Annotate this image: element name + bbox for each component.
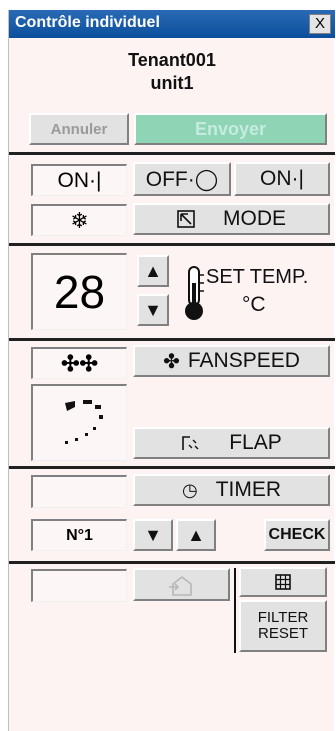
ventilation-display [31, 569, 127, 602]
fanspeed-button[interactable]: ✤ FANSPEED [133, 345, 330, 377]
separator [9, 561, 335, 564]
title-bar: Contrôle individuel X [9, 10, 335, 38]
fanspeed-display: ✣✣ [31, 347, 127, 379]
ventilation-icon [168, 575, 192, 596]
separator [9, 152, 335, 155]
separator [9, 243, 335, 246]
snowflake-icon: ❄ [70, 207, 89, 233]
filter-reset-label-line1: FILTER [257, 609, 309, 626]
set-temp-label: SET TEMP. [206, 266, 309, 288]
down-arrow-icon: ▼ [144, 524, 162, 545]
flap-button[interactable]: FLAP [133, 427, 330, 459]
divider [234, 568, 236, 653]
mode-button[interactable]: MODE [133, 203, 330, 235]
ventilation-button[interactable] [133, 568, 230, 601]
fan-level-icon: ✣✣ [61, 350, 98, 376]
unit-name: unit1 [150, 73, 194, 93]
flap-position-icon [64, 400, 103, 444]
window-title: Contrôle individuel [15, 14, 160, 31]
flap-display [31, 384, 127, 461]
temp-up-button[interactable]: ▲ [137, 255, 169, 287]
mode-icon [177, 210, 195, 228]
send-button[interactable]: Envoyer [134, 113, 327, 145]
timer-display [31, 475, 127, 508]
timer-label: TIMER [215, 478, 282, 501]
power-status-display: ON·| [31, 164, 127, 196]
temperature-display: 28 [31, 253, 127, 330]
timer-down-button[interactable]: ▼ [133, 519, 173, 551]
flap-icon [182, 436, 199, 450]
off-button[interactable]: OFF·◯ [133, 162, 231, 196]
temp-down-button[interactable]: ▼ [137, 294, 169, 326]
close-button[interactable]: X [309, 14, 331, 34]
flap-label: FLAP [229, 431, 282, 454]
clock-icon: ◷ [181, 479, 198, 500]
separator [9, 466, 335, 469]
thermometer-icon [185, 266, 204, 320]
down-arrow-icon: ▼ [144, 299, 162, 320]
mode-label: MODE [223, 207, 286, 230]
fanspeed-label: FANSPEED [187, 349, 300, 372]
up-arrow-icon: ▲ [144, 260, 162, 281]
separator [9, 338, 335, 341]
filter-reset-label-line2: RESET [257, 625, 308, 642]
timer-button[interactable]: ◷ TIMER [133, 474, 330, 506]
timer-up-button[interactable]: ▲ [176, 519, 216, 551]
fan-icon: ✤ [163, 350, 180, 373]
control-window: Contrôle individuel X Tenant001 unit1 An… [8, 10, 335, 731]
on-button[interactable]: ON·| [234, 162, 330, 196]
filter-icon [275, 574, 291, 590]
up-arrow-icon: ▲ [187, 524, 205, 545]
check-button[interactable]: CHECK [264, 519, 330, 551]
filter-sign-button[interactable] [239, 567, 327, 597]
filter-reset-button[interactable]: FILTER RESET [239, 600, 327, 652]
temp-unit-label: °C [242, 293, 266, 316]
timer-number-display: N°1 [31, 519, 127, 551]
tenant-name: Tenant001 [128, 50, 216, 70]
mode-display: ❄ [31, 204, 127, 236]
cancel-button[interactable]: Annuler [29, 113, 129, 145]
